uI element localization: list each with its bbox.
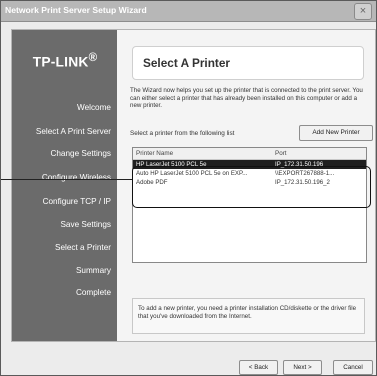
close-icon: ×	[359, 5, 367, 17]
window-title: Network Print Server Setup Wizard	[5, 5, 147, 15]
wizard-description: The Wizard now helps you set up the prin…	[130, 87, 363, 109]
brand-logo: TP-LINK®	[18, 52, 112, 70]
port-column[interactable]: Port	[275, 150, 287, 157]
sidebar-item-configure-wireless: Configure Wireless	[41, 173, 111, 182]
printer-name-column[interactable]: Printer Name	[136, 150, 173, 157]
sidebar-item-configure-tcp-ip: Configure TCP / IP	[42, 197, 111, 206]
cancel-button[interactable]: Cancel	[333, 360, 373, 375]
printer-install-hint-panel: To add a new printer, you need a printer…	[132, 298, 365, 334]
page-heading-panel: Select A Printer	[132, 46, 364, 80]
printer-list-header: Printer Name Port	[133, 148, 366, 160]
back-button[interactable]: < Back	[239, 360, 278, 375]
printer-install-hint: To add a new printer, you need a printer…	[138, 305, 357, 320]
printer-list-highlight	[132, 166, 371, 208]
close-button[interactable]: ×	[354, 3, 372, 20]
title-bar: Network Print Server Setup Wizard ×	[1, 1, 376, 22]
sidebar-item-select-printer: Select a Printer	[55, 243, 111, 252]
add-new-printer-button[interactable]: Add New Printer	[299, 125, 373, 141]
callout-line	[1, 179, 132, 180]
wizard-sidebar: TP-LINK® Welcome Select A Print Server C…	[12, 30, 117, 341]
sidebar-item-change-settings: Change Settings	[50, 149, 111, 158]
logo-mark: ®	[88, 52, 98, 64]
next-button[interactable]: Next >	[283, 360, 322, 375]
sidebar-item-summary: Summary	[75, 266, 111, 275]
sidebar-item-save-settings: Save Settings	[60, 220, 111, 229]
sidebar-item-select-print-server: Select A Print Server	[35, 127, 111, 136]
sidebar-item-welcome: Welcome	[77, 103, 111, 112]
wizard-window: Network Print Server Setup Wizard × TP-L…	[0, 0, 377, 376]
page-title: Select A Printer	[143, 56, 230, 70]
printer-list-label: Select a printer from the following list	[130, 130, 235, 137]
logo-text: TP-LINK	[32, 54, 89, 70]
sidebar-item-complete: Complete	[75, 288, 111, 297]
